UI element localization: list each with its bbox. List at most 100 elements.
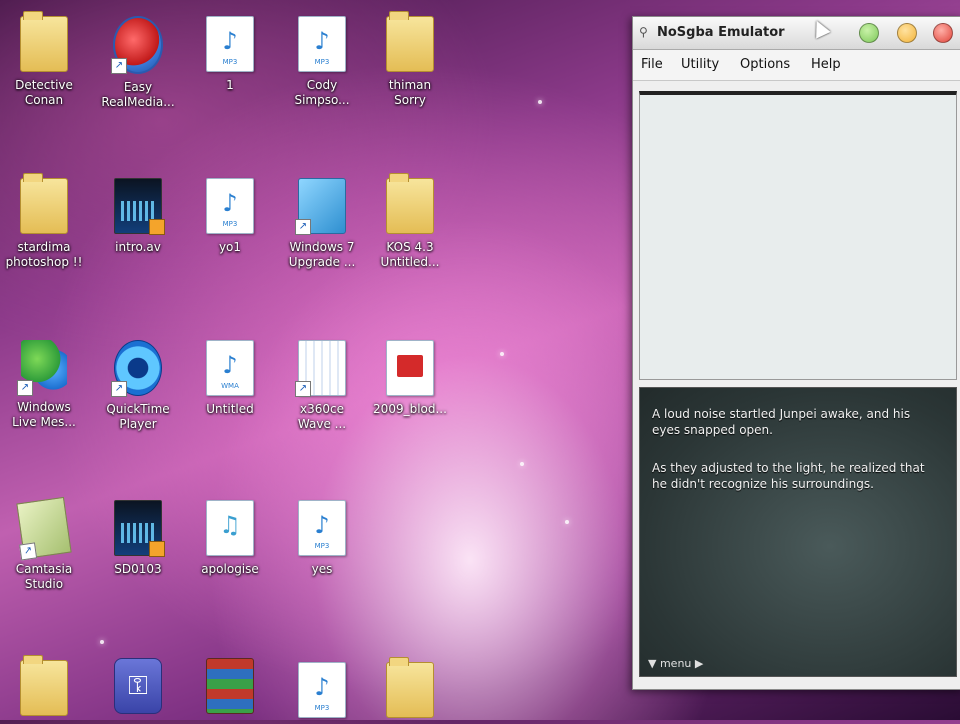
desktop-icon-key-app[interactable]: ⚿	[94, 658, 182, 720]
menu-options[interactable]: Options	[740, 57, 790, 72]
desktop-icon-label: SD0103	[114, 562, 162, 576]
mp3-file-icon: ♪ MP3	[298, 16, 346, 72]
shortcut-arrow-icon: ↗	[295, 219, 311, 235]
desktop-icon-yo1[interactable]: ♪ MP3 yo1	[186, 178, 274, 255]
messenger-icon: ↗	[17, 340, 67, 396]
sparkle	[100, 640, 104, 644]
desktop-icon-label: thiman Sorry	[388, 78, 432, 107]
video-file-icon	[114, 178, 165, 235]
menu-help[interactable]: Help	[811, 57, 841, 72]
music-note-icon: ♪	[314, 511, 330, 539]
emulator-window[interactable]: ⚲ NoSgba Emulator File Utility Options H…	[632, 16, 960, 690]
desktop-icon-folder-bottom[interactable]	[0, 655, 88, 722]
desktop-icon-x360ce[interactable]: ↗ x360ce Wave ...	[278, 340, 366, 432]
video-file-icon	[114, 500, 165, 557]
menu-file[interactable]: File	[641, 57, 663, 72]
desktop-icon-windows-live-messenger[interactable]: ↗ Windows Live Mes...	[0, 340, 88, 430]
desktop-icon-cody-simpson[interactable]: ♪ MP3 Cody Simpso...	[278, 16, 366, 108]
desktop-icon-thiman-sorry[interactable]: thiman Sorry	[366, 11, 454, 108]
winrar-icon	[206, 658, 254, 714]
folder-icon	[20, 11, 68, 72]
desktop-icon-label: intro.av	[115, 240, 161, 254]
desktop-icon-winrar[interactable]	[186, 658, 274, 720]
desktop-icon-label: Cody Simpso...	[294, 78, 350, 107]
mp3-file-icon: ♪ MP3	[206, 16, 254, 72]
music-note-icon: ♪	[314, 27, 330, 55]
desktop-icon-folder-bottom-2[interactable]	[366, 657, 454, 724]
sparkle	[565, 520, 569, 524]
shortcut-arrow-icon: ↗	[17, 380, 33, 396]
desktop-icon-quicktime[interactable]: ↗ QuickTime Player	[94, 340, 182, 432]
desktop-icon-label: Windows Live Mes...	[12, 400, 76, 429]
desktop-icon-label: stardima photoshop !!	[5, 240, 83, 269]
music-note-icon: ♪	[314, 673, 330, 701]
pdf-file-icon	[386, 340, 434, 396]
close-button[interactable]	[933, 23, 953, 43]
folder-icon	[20, 173, 68, 234]
camtasia-icon: ↗	[16, 496, 72, 561]
shortcut-arrow-icon: ↗	[111, 58, 127, 74]
music-note-icon: ♪	[222, 189, 238, 217]
desktop-icon-label: Detective Conan	[15, 78, 73, 107]
desktop-icon-detective-conan[interactable]: Detective Conan	[0, 11, 88, 108]
desktop-icon-untitled[interactable]: ♪ WMA Untitled	[186, 340, 274, 417]
sparkle	[538, 100, 542, 104]
desktop-icon-windows7-upgrade[interactable]: ↗ Windows 7 Upgrade ...	[278, 178, 366, 270]
folder-icon	[386, 11, 434, 72]
file-type-tag: WMA	[221, 382, 239, 390]
mp3-file-icon: ♪ MP3	[298, 500, 346, 556]
sparkle	[500, 352, 504, 356]
desktop-icon-kos[interactable]: KOS 4.3 Untitled...	[366, 173, 454, 270]
bottom-screen[interactable]: A loud noise startled Junpei awake, and …	[639, 387, 957, 677]
file-type-tag: MP3	[314, 704, 330, 712]
file-type-tag: MP3	[314, 58, 330, 66]
menu-bar: File Utility Options Help	[633, 50, 960, 81]
desktop-icon-apologise[interactable]: ♫ apologise	[186, 500, 274, 577]
audio-file-icon: ♫	[206, 500, 254, 556]
realmedia-icon: ↗	[111, 16, 163, 74]
dialog-text-line-2: As they adjusted to the light, he realiz…	[652, 461, 925, 491]
desktop-icon-mp3-bottom[interactable]: ♪ MP3	[278, 662, 366, 724]
sparkle	[520, 462, 524, 466]
music-note-icon: ♪	[222, 27, 238, 55]
folder-icon	[20, 655, 68, 716]
desktop-icon-camtasia[interactable]: ↗ Camtasia Studio	[0, 496, 88, 592]
key-app-icon: ⚿	[114, 658, 162, 714]
shortcut-arrow-icon: ↗	[111, 381, 127, 397]
desktop-icon-yes[interactable]: ♪ MP3 yes	[278, 500, 366, 577]
file-type-tag: MP3	[222, 58, 238, 66]
desktop-icon-label: yes	[311, 562, 333, 576]
file-type-tag: MP3	[222, 220, 238, 228]
desktop-icon-sd0103[interactable]: SD0103	[94, 500, 182, 577]
desktop-icon-label: KOS 4.3 Untitled...	[380, 240, 440, 269]
desktop-icon-label: QuickTime Player	[106, 402, 170, 431]
desktop-icon-mp3-1[interactable]: ♪ MP3 1	[186, 16, 274, 93]
title-bar[interactable]: ⚲ NoSgba Emulator	[633, 17, 960, 50]
music-note-icon: ♪	[222, 351, 238, 379]
quicktime-icon: ↗	[111, 340, 162, 397]
file-type-tag: MP3	[314, 542, 330, 550]
folder-icon	[386, 173, 434, 234]
desktop-icon-pdf[interactable]: 2009_blod...	[366, 340, 454, 417]
window-title: NoSgba Emulator	[657, 25, 785, 40]
installer-icon: ↗	[295, 178, 346, 235]
document-icon: ↗	[295, 340, 346, 397]
desktop-icon-easy-realmedia[interactable]: ↗ Easy RealMedia...	[94, 16, 182, 110]
maximize-button[interactable]	[897, 23, 917, 43]
desktop-icon-stardima-photoshop[interactable]: stardima photoshop !!	[0, 173, 88, 270]
app-icon: ⚲	[639, 25, 648, 39]
minimize-button[interactable]	[859, 23, 879, 43]
shortcut-arrow-icon: ↗	[19, 542, 38, 561]
menu-utility[interactable]: Utility	[681, 57, 719, 72]
desktop-icon-label: apologise	[201, 562, 259, 576]
top-screen[interactable]	[639, 91, 957, 380]
media-badge-icon	[149, 219, 165, 235]
media-badge-icon	[149, 541, 165, 557]
desktop-icon-label: x360ce Wave ...	[297, 402, 347, 431]
desktop-icon-label: 1	[226, 78, 234, 92]
mp3-file-icon: ♪ MP3	[206, 178, 254, 234]
desktop-icon-label: Easy RealMedia...	[101, 80, 175, 109]
desktop-icon-label: 2009_blod...	[373, 402, 447, 416]
menu-hint[interactable]: ▼ menu ▶	[648, 657, 703, 670]
desktop-icon-intro-av[interactable]: intro.av	[94, 178, 182, 255]
